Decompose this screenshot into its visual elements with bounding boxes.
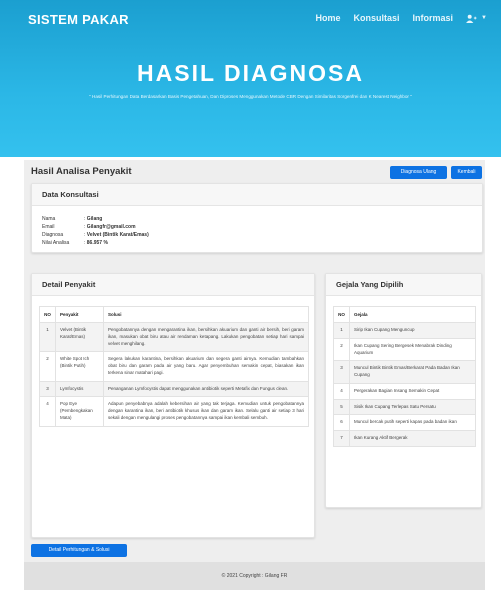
nav-konsultasi[interactable]: Konsultasi: [354, 13, 400, 23]
table-header-row: NO Penyakit Solusi: [39, 306, 309, 323]
card-header: Data Konsultasi: [32, 184, 482, 206]
table-row: 7 Ikan Kurang Aktif Bergerak: [333, 430, 476, 447]
main-panel: Hasil Analisa Penyakit Diagnosa Ulang Ke…: [24, 160, 485, 562]
penyakit-table: NO Penyakit Solusi 1 Velvet (Bintik Kara…: [39, 306, 309, 427]
nav-informasi[interactable]: Informasi: [413, 13, 454, 23]
diagnosa-ulang-button[interactable]: Diagnosa Ulang: [390, 166, 447, 179]
user-icon: [466, 14, 477, 23]
column-header: NO: [39, 306, 56, 323]
user-menu[interactable]: ▼: [466, 14, 487, 23]
table-row: 4 Pop Eye (Pembengkakan Mata) Adapun pen…: [39, 396, 309, 427]
card-header: Detail Penyakit: [32, 274, 314, 296]
page-heading: HASIL DIAGNOSA: [137, 60, 364, 86]
table-row: 1 Velvet (Bintik Karat/Emas) Pengobatann…: [39, 321, 309, 353]
table-header-row: NO Gejala: [333, 306, 476, 323]
page-subheading: " Hasil Perhitungan Data Berdasarkan Bas…: [89, 94, 412, 99]
info-row-email: Email: Gilangfr@gmail.com: [42, 224, 136, 230]
info-row-diagnosa: Diagnosa: Velvet (Bintik Karat/Emas): [42, 232, 149, 238]
page-title: Hasil Analisa Penyakit: [31, 166, 132, 177]
column-header: Gejala: [349, 306, 476, 323]
nav-home[interactable]: Home: [316, 13, 341, 23]
table-row: 6 Muncul bercak putih seperti kapas pada…: [333, 414, 476, 431]
table-row: 1 Sirip Ikan Cupang Menguncup: [333, 322, 476, 339]
table-row: 3 Muncul Bintik Bintik Emas/Berkarat Pad…: [333, 360, 476, 384]
gejala-card: Gejala Yang Dipilih NO Gejala 1 Sirip Ik…: [325, 273, 482, 508]
top-nav: Home Konsultasi Informasi ▼: [316, 13, 488, 23]
table-row: 3 Lymfocystis Penanganan Lymfocystis dap…: [39, 380, 309, 398]
table-row: 4 Pergerakan Bagian Insang Semakin Cepat: [333, 382, 476, 400]
kembali-button[interactable]: Kembali: [451, 166, 482, 179]
chevron-down-icon: ▼: [481, 15, 487, 21]
gejala-table: NO Gejala 1 Sirip Ikan Cupang Menguncup …: [333, 306, 476, 447]
footer: © 2021 Copyright : Gilang FR: [24, 562, 485, 590]
table-row: 5 Sisik Ikan Cupang Terlepas Satu Persat…: [333, 398, 476, 416]
card-header: Gejala Yang Dipilih: [326, 274, 481, 296]
brand-logo[interactable]: SISTEM PAKAR: [28, 12, 129, 27]
hero-banner: SISTEM PAKAR Home Konsultasi Informasi ▼…: [0, 0, 501, 157]
copyright-text: © 2021 Copyright : Gilang FR: [221, 573, 288, 579]
table-row: 2 Ikan Cupang Sering Bergesek Menabrak D…: [333, 337, 476, 362]
detail-perhitungan-button[interactable]: Detail Perhitungan & Solusi: [31, 544, 127, 557]
info-row-nama: Nama: Gilang: [42, 216, 103, 222]
table-row: 2 White Spot Ich (Bintik Putih) Segera l…: [39, 351, 309, 382]
column-header: NO: [333, 306, 350, 323]
detail-penyakit-card: Detail Penyakit NO Penyakit Solusi 1 Vel…: [31, 273, 315, 538]
column-header: Penyakit: [55, 306, 104, 323]
info-row-nilai: Nilai Analisa: 86.957 %: [42, 240, 108, 246]
data-konsultasi-card: Data Konsultasi Nama: Gilang Email: Gila…: [31, 183, 483, 253]
column-header: Solusi: [103, 306, 309, 323]
